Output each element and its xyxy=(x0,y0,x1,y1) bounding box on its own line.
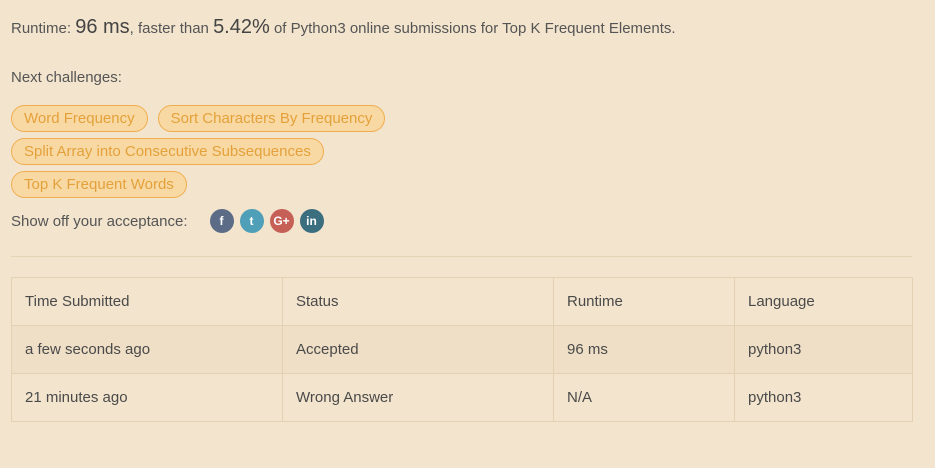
header-runtime[interactable]: Runtime xyxy=(553,277,735,326)
cell-time: a few seconds ago xyxy=(11,325,283,374)
cell-language: python3 xyxy=(734,325,913,374)
share-section: Show off your acceptance: f t G+ in xyxy=(11,209,330,233)
percentile-value: 5.42% xyxy=(213,16,270,38)
google-plus-icon[interactable]: G+ xyxy=(269,209,294,233)
header-time-submitted[interactable]: Time Submitted xyxy=(11,277,283,326)
challenge-word-frequency[interactable]: Word Frequency xyxy=(11,105,148,132)
table-row: a few seconds ago Accepted 96 ms python3 xyxy=(11,325,913,374)
next-challenges-list: Word Frequency Sort Characters By Freque… xyxy=(11,105,511,204)
table-header-row: Time Submitted Status Runtime Language xyxy=(11,277,913,326)
share-label: Show off your acceptance: xyxy=(11,212,188,230)
section-divider xyxy=(11,256,912,257)
cell-time: 21 minutes ago xyxy=(11,373,283,422)
challenge-sort-characters-by-frequency[interactable]: Sort Characters By Frequency xyxy=(157,105,386,132)
status-link[interactable]: Accepted xyxy=(282,325,554,374)
header-status[interactable]: Status xyxy=(282,277,554,326)
cell-language: python3 xyxy=(734,373,913,422)
challenge-top-k-frequent-words[interactable]: Top K Frequent Words xyxy=(11,171,187,198)
runtime-middle: , faster than xyxy=(129,20,214,37)
status-link[interactable]: Wrong Answer xyxy=(282,373,554,422)
next-challenges-label: Next challenges: xyxy=(11,69,122,86)
runtime-value: 96 ms xyxy=(75,16,130,38)
table-row: 21 minutes ago Wrong Answer N/A python3 xyxy=(11,373,913,422)
linkedin-icon[interactable]: in xyxy=(299,209,324,233)
runtime-suffix: of Python3 online submissions for Top K … xyxy=(269,20,676,37)
header-language[interactable]: Language xyxy=(734,277,913,326)
twitter-icon[interactable]: t xyxy=(239,209,264,233)
cell-runtime: N/A xyxy=(553,373,735,422)
runtime-summary: Runtime: 96 ms, faster than 5.42% of Pyt… xyxy=(11,16,676,39)
facebook-icon[interactable]: f xyxy=(209,209,234,233)
challenge-split-array[interactable]: Split Array into Consecutive Subsequence… xyxy=(11,138,324,165)
cell-runtime: 96 ms xyxy=(553,325,735,374)
submissions-table: Time Submitted Status Runtime Language a… xyxy=(11,277,913,422)
runtime-prefix: Runtime: xyxy=(11,20,76,37)
